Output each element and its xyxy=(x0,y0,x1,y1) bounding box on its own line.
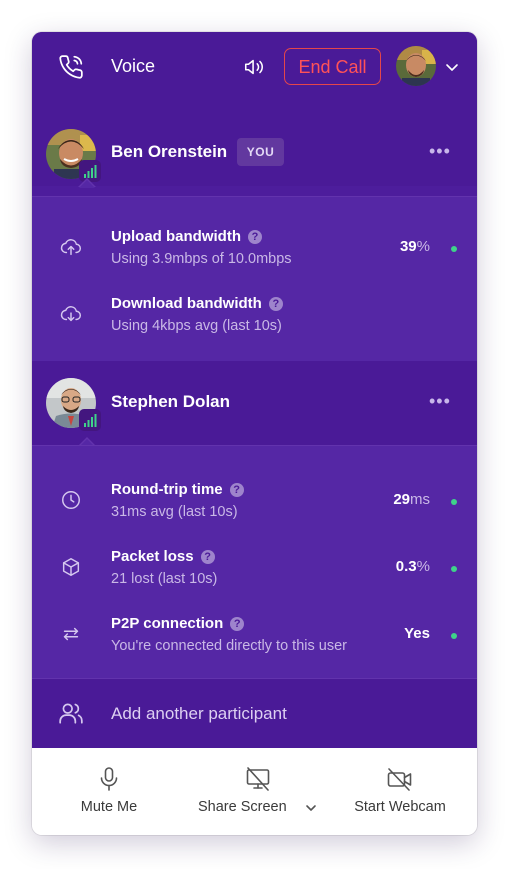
status-dot xyxy=(451,499,457,505)
stat-row-upload: Upload bandwidth? Using 3.9mbps of 10.0m… xyxy=(32,218,477,278)
add-participant-label: Add another participant xyxy=(111,704,287,723)
end-call-button[interactable]: End Call xyxy=(284,48,381,85)
download-cloud-icon xyxy=(60,306,82,322)
signal-strength-icon xyxy=(79,409,101,431)
add-participant-button[interactable]: Add another participant xyxy=(32,678,477,749)
participant-stephen-dolan: Stephen Dolan ••• xyxy=(32,361,477,447)
stat-title: Download bandwidth xyxy=(111,295,262,312)
clock-icon xyxy=(62,491,80,509)
webcam-label: Start Webcam xyxy=(354,799,446,815)
microphone-icon xyxy=(100,767,118,791)
status-dot xyxy=(451,566,457,572)
stat-value: Yes xyxy=(404,625,430,642)
call-controls: Mute Me Share Screen Start Webcam xyxy=(32,748,477,835)
more-options-button[interactable]: ••• xyxy=(429,142,451,160)
start-webcam-button[interactable]: Start Webcam xyxy=(346,748,454,835)
stat-title: Upload bandwidth xyxy=(111,228,241,245)
package-icon xyxy=(62,558,80,576)
users-icon xyxy=(59,703,83,724)
call-details: Voice End Call Ben Orenstein YOU ••• Upl… xyxy=(32,32,477,749)
mute-label: Mute Me xyxy=(80,799,138,815)
status-dot xyxy=(451,246,457,252)
mute-button[interactable]: Mute Me xyxy=(68,748,150,835)
share-screen-button[interactable]: Share Screen xyxy=(192,748,324,835)
stat-title: Packet loss xyxy=(111,548,194,565)
participant-ben-orenstein: Ben Orenstein YOU ••• xyxy=(32,102,477,188)
chevron-down-icon[interactable] xyxy=(445,61,459,73)
participant-stats: Upload bandwidth? Using 3.9mbps of 10.0m… xyxy=(32,196,477,362)
screen-off-icon xyxy=(246,767,270,791)
stat-subtitle: 21 lost (last 10s) xyxy=(111,571,218,587)
share-screen-label: Share Screen xyxy=(198,799,287,815)
camera-off-icon xyxy=(387,768,412,791)
participant-name: Stephen Dolan xyxy=(111,392,231,411)
stat-value: 0.3% xyxy=(395,558,430,575)
stat-subtitle: 31ms avg (last 10s) xyxy=(111,504,238,520)
phone-icon xyxy=(59,55,83,79)
status-dot xyxy=(451,633,457,639)
stat-value: 39% xyxy=(399,238,430,255)
help-icon[interactable]: ? xyxy=(268,297,283,311)
arrows-swap-icon xyxy=(63,627,79,641)
call-panel: Voice End Call Ben Orenstein YOU ••• Upl… xyxy=(32,32,477,835)
stat-value: 29ms xyxy=(393,491,430,508)
user-avatar[interactable] xyxy=(396,46,436,86)
help-icon[interactable]: ? xyxy=(247,230,262,244)
help-icon[interactable]: ? xyxy=(200,550,215,564)
stat-subtitle: Using 3.9mbps of 10.0mbps xyxy=(111,251,292,267)
call-title: Voice xyxy=(111,56,156,76)
stat-title: P2P connection xyxy=(111,615,224,632)
stat-subtitle: You're connected directly to this user xyxy=(111,638,347,654)
more-options-button[interactable]: ••• xyxy=(429,392,451,410)
stat-title: Round-trip time xyxy=(111,481,223,498)
stat-row-download: Download bandwidth? Using 4kbps avg (las… xyxy=(32,285,477,345)
stat-row-round-trip: Round-trip time? 31ms avg (last 10s) 29m… xyxy=(32,471,477,531)
chevron-down-icon[interactable] xyxy=(305,803,317,813)
stat-subtitle: Using 4kbps avg (last 10s) xyxy=(111,318,282,334)
participant-name: Ben Orenstein xyxy=(111,142,228,161)
participant-stats: Round-trip time? 31ms avg (last 10s) 29m… xyxy=(32,445,477,679)
stat-row-p2p: P2P connection? You're connected directl… xyxy=(32,605,477,665)
stat-row-packet-loss: Packet loss? 21 lost (last 10s) 0.3% xyxy=(32,538,477,598)
help-icon[interactable]: ? xyxy=(229,483,244,497)
speaker-icon[interactable] xyxy=(243,56,265,78)
user-avatar-image xyxy=(396,46,436,86)
call-header: Voice End Call xyxy=(32,32,477,103)
upload-cloud-icon xyxy=(60,239,82,256)
you-badge: YOU xyxy=(237,138,284,166)
help-icon[interactable]: ? xyxy=(230,617,245,631)
